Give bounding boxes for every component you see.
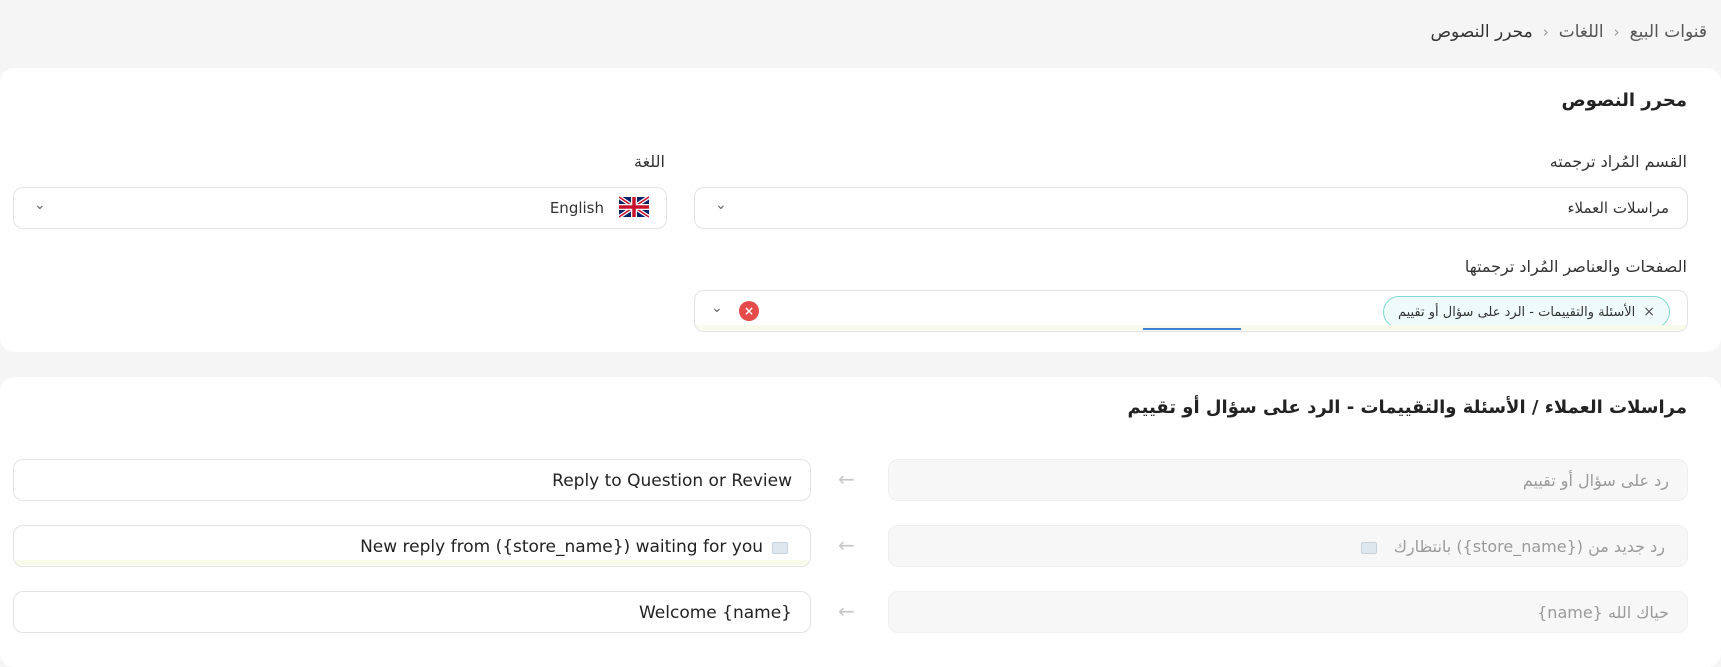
arrow-left-icon: ← [838, 467, 855, 491]
section-label: القسم المُراد ترجمته [1549, 152, 1687, 171]
translation-input[interactable]: New reply from ({store_name}) waiting fo… [13, 525, 811, 567]
source-text-field: رد على سؤال أو تقييم [888, 459, 1688, 501]
pages-multiselect[interactable]: الأسئلة والتقييمات - الرد على سؤال أو تق… [694, 290, 1688, 332]
breadcrumb-separator-icon: › [1542, 23, 1549, 41]
section-select[interactable]: مراسلات العملاء ⌄ [694, 187, 1688, 229]
clear-selection-icon[interactable]: × [739, 301, 759, 321]
selected-page-tag: الأسئلة والتقييمات - الرد على سؤال أو تق… [1382, 296, 1670, 328]
breadcrumb: قنوات البيع › اللغات › محرر النصوص [1431, 22, 1708, 42]
source-text: حياك الله {name} [1537, 603, 1669, 622]
translations-card: مراسلات العملاء / الأسئلة والتقييمات - ا… [0, 377, 1721, 667]
source-text-field: حياك الله {name} [888, 591, 1688, 633]
source-text-field: رد جديد من ({store_name}) بانتظارك [888, 525, 1688, 567]
input-hint-bar [15, 560, 809, 565]
translation-input[interactable]: Reply to Question or Review [13, 459, 811, 501]
translation-text: New reply from ({store_name}) waiting fo… [360, 537, 763, 557]
source-text: رد على سؤال أو تقييم [1522, 471, 1669, 490]
loading-indicator [1143, 328, 1241, 330]
uk-flag-icon [619, 196, 649, 218]
translation-input[interactable]: Welcome {name} [13, 591, 811, 633]
translation-text: Reply to Question or Review [552, 471, 792, 491]
arrow-left-icon: ← [838, 599, 855, 623]
language-select[interactable]: English ⌄ [13, 187, 667, 229]
chevron-down-icon: ⌄ [715, 197, 727, 213]
arrow-left-icon: ← [838, 533, 855, 557]
breadcrumb-text-editor: محرر النصوص [1430, 22, 1533, 42]
editor-settings-card: محرر النصوص القسم المُراد ترجمته اللغة م… [0, 68, 1721, 352]
envelope-icon [772, 542, 788, 554]
translation-text: Welcome {name} [638, 603, 792, 623]
tag-remove-icon[interactable]: × [1643, 304, 1655, 320]
pages-label: الصفحات والعناصر المُراد ترجمتها [1464, 257, 1687, 276]
chevron-down-icon[interactable]: ⌄ [711, 300, 723, 316]
card-title: محرر النصوص [1561, 90, 1687, 111]
language-select-value: English [549, 199, 604, 217]
language-label: اللغة [634, 152, 665, 171]
breadcrumb-separator-icon: › [1613, 23, 1620, 41]
envelope-icon [1361, 542, 1377, 554]
section-select-value: مراسلات العملاء [1567, 199, 1669, 217]
breadcrumb-sales-channels[interactable]: قنوات البيع [1630, 22, 1707, 42]
chevron-down-icon: ⌄ [34, 197, 46, 213]
translations-title: مراسلات العملاء / الأسئلة والتقييمات - ا… [1127, 397, 1688, 418]
selected-page-tag-label: الأسئلة والتقييمات - الرد على سؤال أو تق… [1397, 304, 1636, 320]
breadcrumb-languages[interactable]: اللغات [1559, 22, 1604, 42]
source-text: رد جديد من ({store_name}) بانتظارك [1393, 537, 1665, 556]
